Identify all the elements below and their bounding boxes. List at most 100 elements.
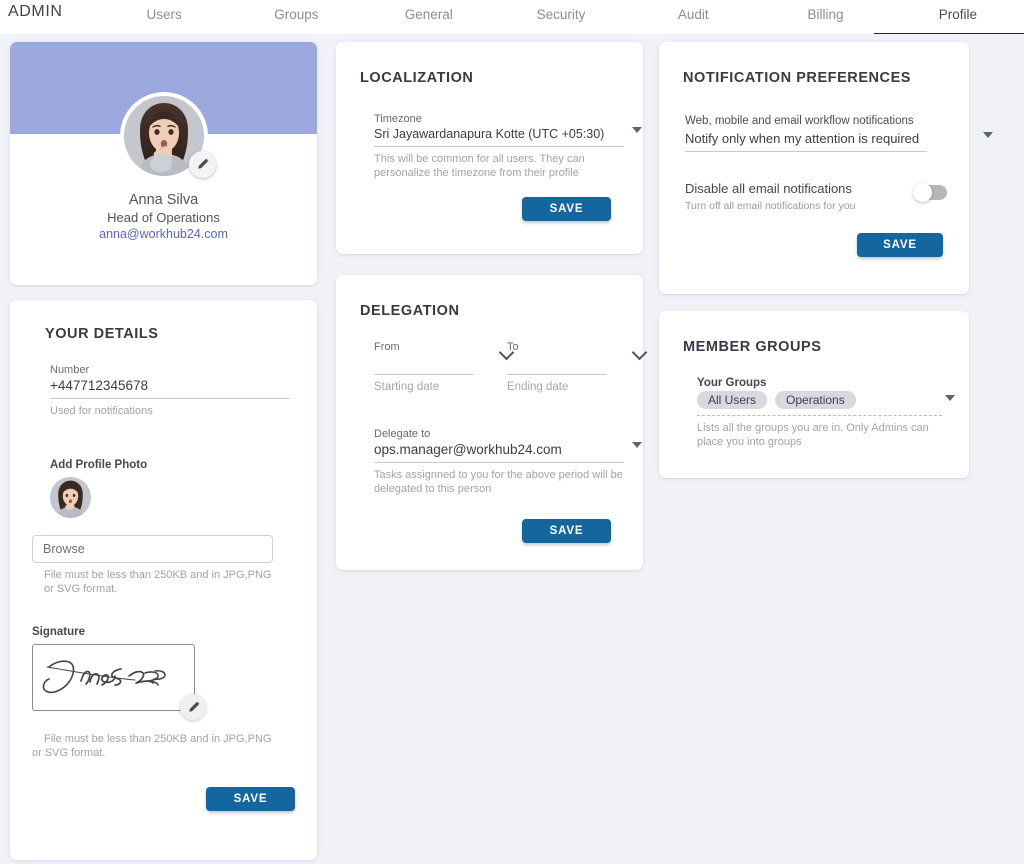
pencil-icon <box>197 158 209 169</box>
browse-placeholder: Browse <box>43 541 85 556</box>
profile-identity: Anna Silva Head of Operations anna@workh… <box>10 192 317 241</box>
pencil-icon <box>188 701 200 712</box>
your-details-card: YOUR DETAILS Number +447712345678 Used f… <box>10 300 317 860</box>
chevron-down-icon[interactable] <box>632 127 642 133</box>
group-chip-list: All Users Operations <box>697 391 942 415</box>
browse-file-input[interactable]: Browse <box>32 534 273 563</box>
right-column: NOTIFICATION PREFERENCES Web, mobile and… <box>659 42 993 478</box>
phone-number-value: +447712345678 <box>50 378 148 393</box>
chevron-down-icon[interactable] <box>632 442 642 448</box>
timezone-value: Sri Jayawardanapura Kotte (UTC +05:30) <box>374 127 605 141</box>
signature-preview[interactable] <box>32 644 206 721</box>
edit-avatar-button[interactable] <box>188 151 216 178</box>
tab-profile[interactable]: Profile <box>873 0 1024 35</box>
signature-label: Signature <box>32 626 86 639</box>
delegation-date-row: From Starting date To Ending date <box>374 341 648 393</box>
nav-tab-list: Users Groups General Security Audit Bill… <box>98 0 1024 35</box>
delegate-to-label: Delegate to <box>374 428 431 440</box>
timezone-underline <box>374 146 624 147</box>
delegation-card: DELEGATION From Starting date To Ending … <box>336 275 648 570</box>
add-profile-photo-label: Add Profile Photo <box>50 458 148 471</box>
chevron-down-icon[interactable] <box>631 344 648 361</box>
delegation-from-placeholder: Starting date <box>374 381 440 393</box>
tab-profile-label: Profile <box>938 7 977 22</box>
save-notifications-button[interactable]: SAVE <box>857 233 943 258</box>
tab-groups-label: Groups <box>274 7 319 22</box>
delegation-title: DELEGATION <box>360 303 460 319</box>
delegation-from-field[interactable]: From Starting date <box>374 341 515 393</box>
delegation-from-underline <box>374 374 474 375</box>
top-navigation-bar: ADMIN Users Groups General Security Audi… <box>0 0 1024 35</box>
workflow-notifications-underline <box>685 151 927 153</box>
notification-preferences-card: NOTIFICATION PREFERENCES Web, mobile and… <box>659 42 993 294</box>
middle-column: LOCALIZATION Timezone Sri Jayawardanapur… <box>336 42 648 570</box>
app-brand-admin: ADMIN <box>8 3 63 20</box>
delegate-to-hint: Tasks assignned to you for the above per… <box>374 469 623 495</box>
timezone-label: Timezone <box>374 113 422 125</box>
phone-number-field[interactable]: Number +447712345678 Used for notificati… <box>50 364 290 419</box>
chevron-down-icon[interactable] <box>983 132 993 138</box>
notification-preferences-title: NOTIFICATION PREFERENCES <box>683 70 912 86</box>
delegation-to-field[interactable]: To Ending date <box>507 341 648 393</box>
profile-email-link[interactable]: anna@workhub24.com <box>10 227 317 241</box>
tab-billing-label: Billing <box>807 7 844 22</box>
localization-title: LOCALIZATION <box>360 70 474 86</box>
member-groups-card: MEMBER GROUPS Your Groups All Users Oper… <box>659 311 969 478</box>
chevron-down-icon[interactable] <box>945 395 955 401</box>
localization-card: LOCALIZATION Timezone Sri Jayawardanapur… <box>336 42 643 254</box>
timezone-hint: This will be common for all users. They … <box>374 153 585 179</box>
avatar <box>119 92 216 180</box>
profile-page: Anna Silva Head of Operations anna@workh… <box>0 34 1024 864</box>
save-delegation-button[interactable]: SAVE <box>522 518 611 543</box>
workflow-notifications-value: Notify only when my attention is require… <box>685 130 920 146</box>
delegate-to-underline <box>374 462 624 463</box>
group-chip[interactable]: Operations <box>775 391 856 409</box>
tab-security-label: Security <box>536 7 586 22</box>
signature-image <box>42 660 166 694</box>
delegation-to-underline <box>507 374 607 375</box>
your-groups-hint: Lists all the groups you are in. Only Ad… <box>697 422 929 448</box>
delegate-to-field[interactable]: Delegate to ops.manager@workhub24.com Ta… <box>374 428 642 497</box>
disable-email-toggle[interactable] <box>913 183 947 203</box>
phone-number-label: Number <box>50 364 90 376</box>
disable-email-label: Disable all email notifications <box>685 181 852 197</box>
tab-groups[interactable]: Groups <box>230 0 362 34</box>
group-chip[interactable]: All Users <box>697 391 768 409</box>
delegation-to-placeholder: Ending date <box>507 381 569 393</box>
workflow-notifications-label: Web, mobile and email workflow notificat… <box>685 115 914 127</box>
your-groups-underline <box>697 415 942 416</box>
tab-security[interactable]: Security <box>495 0 627 34</box>
save-localization-button[interactable]: SAVE <box>522 196 611 221</box>
profile-role: Head of Operations <box>107 210 220 225</box>
your-groups-field[interactable]: Your Groups All Users Operations Lists a… <box>697 377 955 450</box>
phone-number-underline <box>50 398 290 399</box>
edit-signature-button[interactable] <box>180 694 206 721</box>
disable-email-notifications-row: Disable all email notifications Turn off… <box>685 181 947 212</box>
signature-hint: File must be less than 250KB and in JPG,… <box>32 733 272 759</box>
timezone-field[interactable]: Timezone Sri Jayawardanapura Kotte (UTC … <box>374 113 642 181</box>
your-groups-label: Your Groups <box>697 377 767 389</box>
toggle-knob <box>913 183 932 203</box>
delegation-from-label: From <box>374 341 400 353</box>
browse-hint: File must be less than 250KB and in JPG,… <box>44 568 272 595</box>
profile-photo-thumbnail <box>50 476 91 518</box>
tab-general[interactable]: General <box>363 0 495 34</box>
delegate-to-value: ops.manager@workhub24.com <box>374 442 562 457</box>
tab-billing[interactable]: Billing <box>759 0 891 34</box>
tab-audit[interactable]: Audit <box>627 0 759 34</box>
delegation-to-label: To <box>507 341 519 353</box>
left-column: Anna Silva Head of Operations anna@workh… <box>10 42 317 860</box>
tab-users[interactable]: Users <box>98 0 230 34</box>
profile-summary-card: Anna Silva Head of Operations anna@workh… <box>10 42 317 285</box>
disable-email-text-group: Disable all email notifications Turn off… <box>685 181 855 212</box>
disable-email-sublabel: Turn off all email notifications for you <box>685 200 856 213</box>
your-details-title: YOUR DETAILS <box>45 326 159 342</box>
profile-name: Anna Silva <box>128 192 199 208</box>
tab-audit-label: Audit <box>677 7 709 22</box>
tab-users-label: Users <box>146 7 182 22</box>
phone-number-hint: Used for notifications <box>50 405 153 417</box>
workflow-notifications-field[interactable]: Web, mobile and email workflow notificat… <box>685 114 993 153</box>
save-details-button[interactable]: SAVE <box>206 786 295 811</box>
member-groups-title: MEMBER GROUPS <box>683 339 822 355</box>
tab-general-label: General <box>404 7 453 22</box>
